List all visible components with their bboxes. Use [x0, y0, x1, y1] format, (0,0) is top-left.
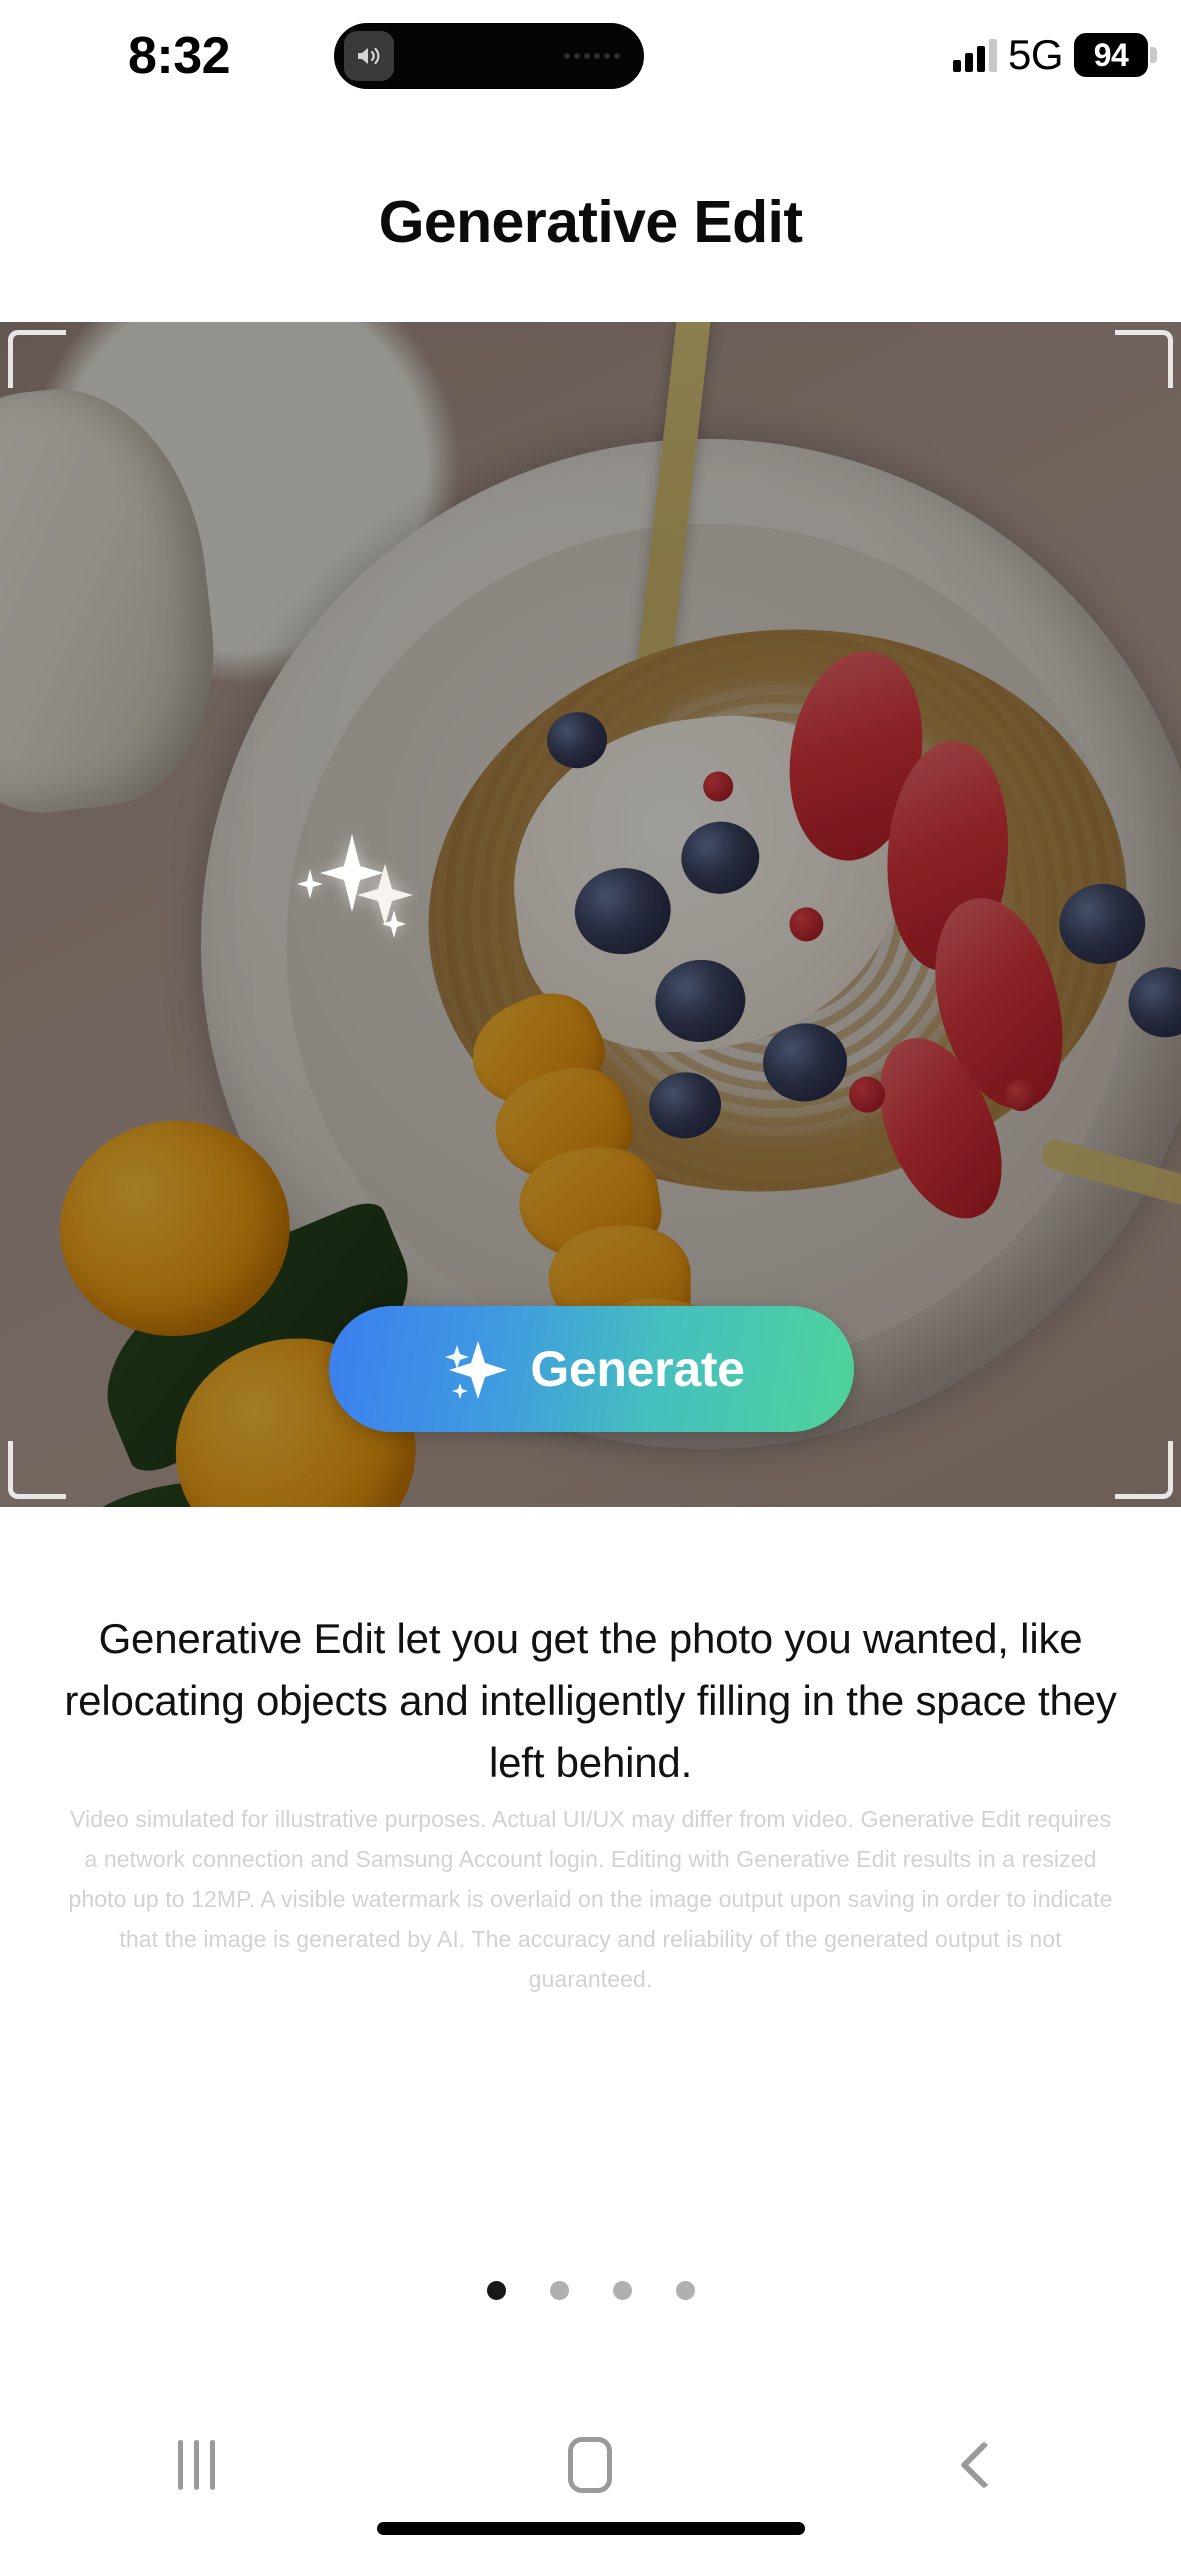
- home-indicator: [376, 2522, 805, 2535]
- pagination-dots[interactable]: [0, 2281, 1181, 2300]
- nav-back-button[interactable]: [894, 2410, 1074, 2520]
- dynamic-island[interactable]: [334, 23, 644, 89]
- home-icon: [568, 2437, 613, 2493]
- crop-handle-bottom-left[interactable]: [8, 1441, 66, 1499]
- status-bar: 8:32 5G 94: [0, 0, 1181, 135]
- crop-handle-top-right[interactable]: [1115, 330, 1173, 388]
- crop-handle-bottom-right[interactable]: [1115, 1441, 1173, 1499]
- recents-icon: [178, 2440, 216, 2490]
- feature-description: Generative Edit let you get the photo yo…: [64, 1615, 1117, 1786]
- network-type-label: 5G: [1007, 31, 1064, 78]
- battery-nub: [1150, 47, 1157, 63]
- sparkle-icon: [438, 1333, 508, 1406]
- nav-home-button[interactable]: [500, 2410, 680, 2520]
- pagination-dot-4[interactable]: [675, 2281, 695, 2300]
- page-title: Generative Edit: [378, 189, 803, 255]
- generate-button[interactable]: Generate: [329, 1306, 854, 1432]
- cellular-signal-icon: [952, 38, 997, 72]
- status-bar-indicators: 5G 94: [952, 26, 1157, 84]
- pagination-dot-2[interactable]: [549, 2281, 569, 2300]
- tiny-sparkle: [297, 869, 323, 899]
- nav-recents-button[interactable]: [107, 2410, 287, 2520]
- crop-handle-top-left[interactable]: [8, 330, 66, 388]
- legal-disclaimer: Video simulated for illustrative purpose…: [68, 1806, 1113, 1992]
- generate-button-label: Generate: [530, 1341, 745, 1397]
- battery-icon: 94: [1074, 33, 1157, 77]
- speaker-volume-icon: [344, 31, 394, 81]
- back-chevron-icon: [960, 2440, 1009, 2490]
- battery-level-label: 94: [1093, 36, 1129, 73]
- android-navigation-bar: [0, 2400, 1181, 2530]
- pagination-dot-3[interactable]: [612, 2281, 632, 2300]
- phone-screen: 8:32 5G 94 Generative Edit Generate Gene…: [0, 0, 1181, 2560]
- mini-sparkle: [382, 910, 406, 938]
- status-bar-time: 8:32: [128, 27, 231, 85]
- pagination-dot-1[interactable]: [486, 2281, 506, 2300]
- dynamic-island-activity-dots: [564, 53, 628, 59]
